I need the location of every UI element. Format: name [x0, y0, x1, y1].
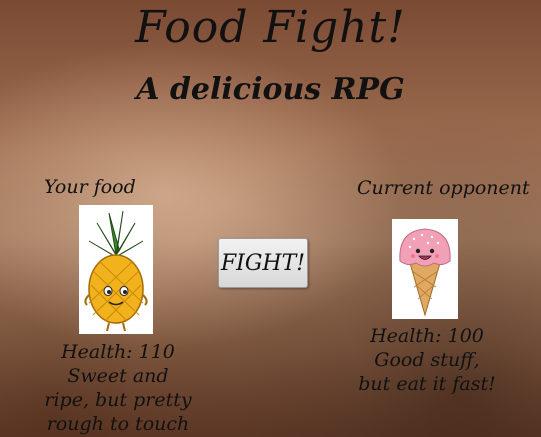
opponent-stats: Health: 100 Good stuff, but eat it fast!: [356, 324, 498, 396]
your-food-label: Your food: [44, 176, 136, 198]
current-opponent-label: Current opponent: [357, 177, 530, 199]
opponent-description: Good stuff, but eat it fast!: [358, 349, 496, 395]
player-food-card: [79, 205, 153, 334]
ice-cream-icon: [399, 228, 451, 317]
player-description: Sweet and ripe, but pretty rough to touc…: [44, 365, 192, 435]
opponent-food-card: [392, 219, 458, 319]
player-stats: Health: 110 Sweet and ripe, but pretty r…: [44, 340, 192, 436]
opponent-health: Health: 100: [370, 325, 484, 347]
game-title: Food Fight!: [135, 2, 406, 53]
game-subtitle: A delicious RPG: [136, 72, 405, 107]
pineapple-icon: [84, 210, 148, 332]
player-health: Health: 110: [61, 341, 175, 363]
fight-button[interactable]: FIGHT!: [218, 238, 308, 288]
